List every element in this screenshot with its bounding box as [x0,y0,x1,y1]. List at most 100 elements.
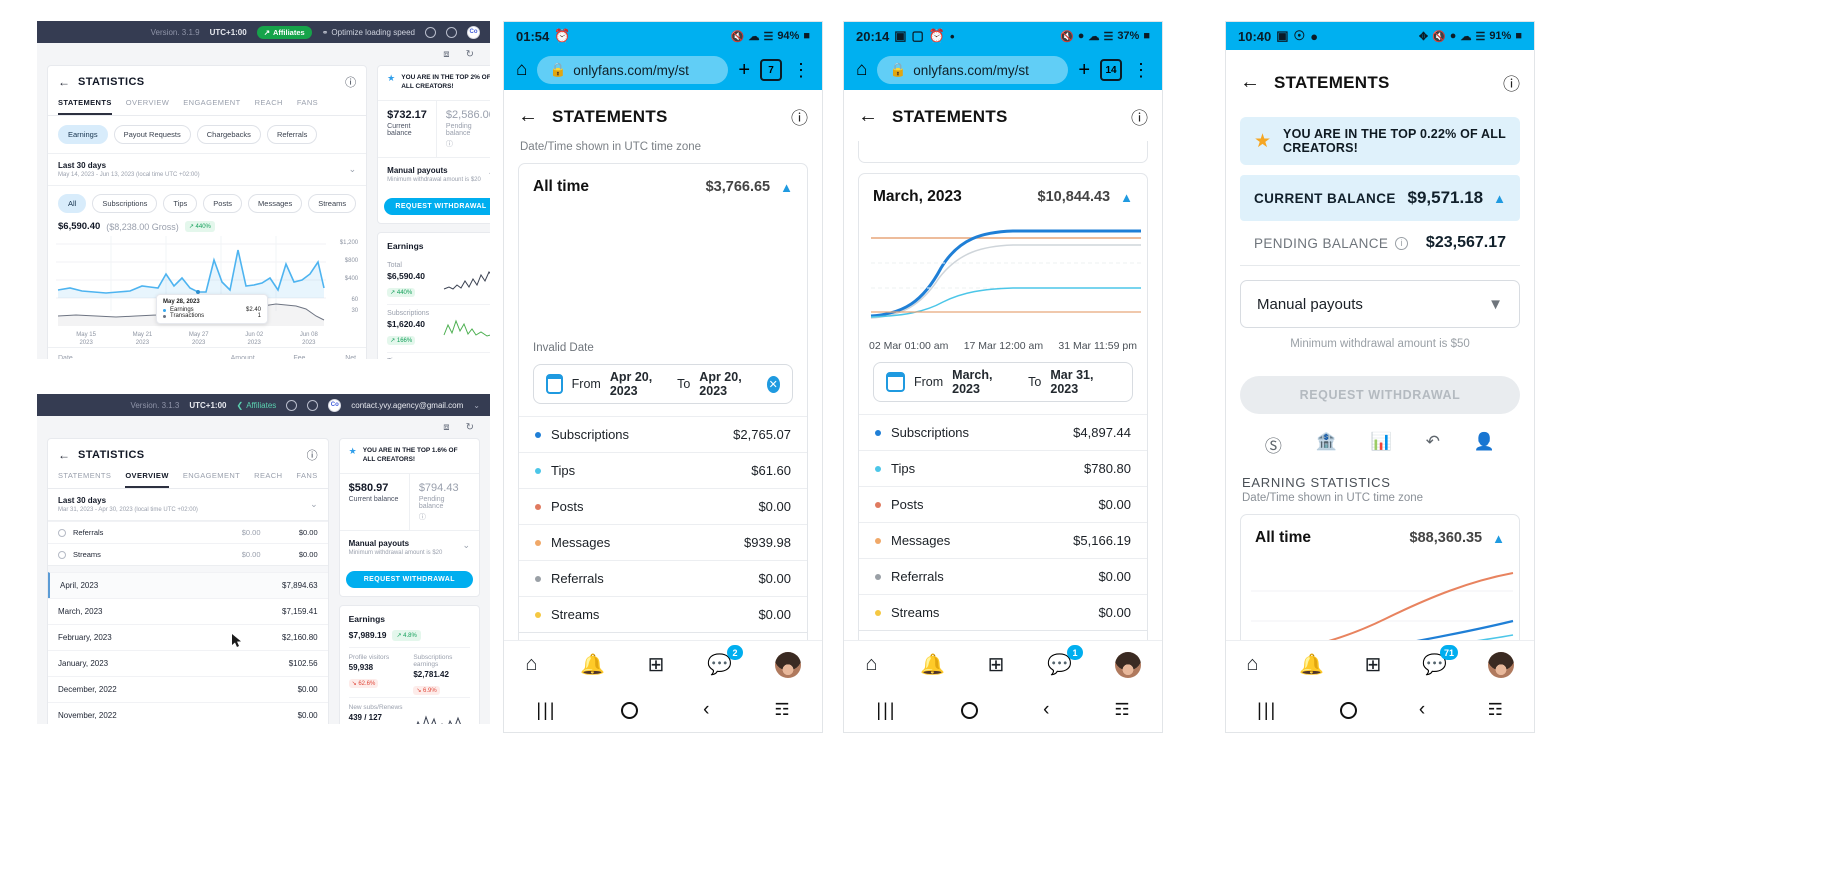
chevron-down-icon[interactable]: ⌄ [310,499,318,510]
help-icon[interactable]: ⓘ [791,104,808,129]
home-button-icon[interactable] [1339,701,1357,719]
tab-fans[interactable]: FANS [296,467,317,488]
chip-earnings[interactable]: Earnings [58,125,108,144]
arrow-left-icon[interactable]: ← [518,105,538,128]
add-post-icon[interactable]: ⊞ [988,652,1005,677]
optimize-loading-button[interactable]: ⚭ Optimize loading speed [322,28,415,37]
chip-referrals[interactable]: Referrals [266,125,318,144]
chip-chargebacks[interactable]: Chargebacks [196,125,261,144]
plus-icon[interactable]: + [738,59,750,82]
avatar[interactable] [1487,651,1514,678]
close-icon[interactable]: ✕ [766,375,780,393]
chevron-down-icon[interactable]: ▼ [1488,296,1503,313]
messages-icon[interactable]: 💬 71 [1422,645,1458,677]
request-withdrawal-button[interactable]: REQUEST WITHDRAWAL [345,570,473,588]
accessibility-icon[interactable]: ☶ [1488,700,1503,720]
recents-icon[interactable]: ||| [1257,700,1277,721]
payouts-section[interactable]: Manual payouts Minimum withdrawal amount… [339,529,479,564]
tab-fans[interactable]: FANS [297,94,318,115]
home-button-icon[interactable] [961,701,979,719]
dollar-icon[interactable]: Ⓢ [1265,432,1282,457]
home-icon[interactable]: ⌂ [525,653,537,676]
radio-icon[interactable] [58,528,66,537]
gear-icon[interactable] [446,26,457,38]
avatar[interactable]: Co [467,25,480,39]
date-range-input[interactable]: From Apr 20, 2023 To Apr 20, 2023 ✕ [533,364,793,404]
account-email[interactable]: contact.yvy.agency@gmail.com [351,401,463,410]
tab-count-button[interactable]: 7 [760,59,782,81]
list-item[interactable]: Streams $0.00 $0.00 [48,543,328,565]
info-icon[interactable]: i [1395,236,1409,250]
payout-method-select[interactable]: Manual payouts ▼ [1240,280,1520,328]
avatar[interactable]: Co [328,398,342,412]
url-bar[interactable]: 🔒 onlyfans.com/my/st [877,56,1069,84]
accessibility-icon[interactable]: ☶ [1114,700,1129,720]
tab-overview[interactable]: OVERVIEW [126,94,170,115]
tab-overview[interactable]: OVERVIEW [125,467,169,488]
bell-icon[interactable]: 🔔 [580,652,605,677]
undo-icon[interactable]: ↶ [1426,432,1440,457]
help-icon[interactable]: ⓘ [307,447,318,463]
arrow-left-icon[interactable]: ← [858,105,878,128]
back-icon[interactable]: ‹ [1419,699,1425,721]
current-balance-row[interactable]: CURRENT BALANCE $9,571.18 ▲ [1240,175,1520,221]
help-icon[interactable]: ⓘ [345,74,356,90]
arrow-left-icon[interactable]: ← [58,75,70,89]
bell-icon[interactable]: 🔔 [1299,652,1324,677]
info-icon[interactable]: ⓘ [419,512,470,522]
table-row[interactable]: December, 2022 $0.00 [48,676,328,702]
avatar[interactable] [1114,651,1141,678]
request-withdrawal-button[interactable]: REQUEST WITHDRAWAL [384,197,490,215]
bell-icon[interactable] [425,26,436,38]
add-post-icon[interactable]: ⊞ [1365,652,1382,677]
back-icon[interactable]: ‹ [703,699,709,721]
filter-messages[interactable]: Messages [248,194,303,213]
radio-icon[interactable] [58,550,66,559]
date-range-selector[interactable]: Last 30 days May 14, 2023 - Jun 13, 2023… [48,154,367,186]
home-button-icon[interactable] [621,701,639,719]
chart-icon[interactable]: 📊 [1371,432,1392,457]
bell-icon[interactable]: 🔔 [920,652,945,677]
table-row[interactable]: April, 2023 $7,894.63 [48,572,328,598]
messages-icon[interactable]: 💬 1 [1047,645,1083,677]
chevron-down-icon[interactable]: ⌄ [462,540,470,551]
tab-reach[interactable]: REACH [255,94,283,115]
back-icon[interactable]: ‹ [1043,699,1049,721]
home-icon[interactable]: ⌂ [1246,653,1258,676]
affiliates-button[interactable]: ↗ Affiliates [256,25,312,39]
chevron-down-icon[interactable]: ⌄ [473,401,480,410]
filter-posts[interactable]: Posts [203,194,243,213]
more-vertical-icon[interactable]: ⋮ [792,60,810,81]
chevron-up-icon[interactable]: ▲ [1120,190,1133,205]
expand-icon[interactable]: ⧈ [443,49,449,60]
card-header[interactable]: All time $3,766.65 ▲ [519,164,807,206]
chevron-up-icon[interactable]: ▲ [780,180,793,195]
chevron-down-icon[interactable]: ⌄ [349,164,357,175]
card-header[interactable]: March, 2023 $10,844.43 ▲ [859,174,1147,216]
tab-count-button[interactable]: 14 [1100,59,1122,81]
info-icon[interactable]: ⓘ [446,139,490,149]
chevron-up-icon[interactable]: ▲ [1493,191,1506,206]
list-item[interactable]: Referrals $0.00 $0.00 [48,521,328,543]
arrow-left-icon[interactable]: ← [58,448,70,462]
date-range-selector[interactable]: Last 30 days Mar 31, 2023 - Apr 30, 2023… [48,489,328,521]
url-bar[interactable]: 🔒 onlyfans.com/my/st [537,56,729,84]
request-withdrawal-button[interactable]: REQUEST WITHDRAWAL [1240,376,1520,414]
table-row[interactable]: January, 2023 $102.56 [48,650,328,676]
home-icon[interactable]: ⌂ [856,59,867,81]
expand-icon[interactable]: ⧈ [443,422,449,433]
refresh-icon[interactable]: ↻ [466,49,474,60]
avatar[interactable] [774,651,801,678]
affiliates-button[interactable]: ❮ Affiliates [236,401,276,410]
recents-icon[interactable]: ||| [536,700,556,721]
add-post-icon[interactable]: ⊞ [648,652,665,677]
home-icon[interactable]: ⌂ [516,59,527,81]
filter-streams[interactable]: Streams [308,194,357,213]
filter-all[interactable]: All [58,194,87,213]
home-icon[interactable]: ⌂ [865,653,877,676]
tab-engagement[interactable]: ENGAGEMENT [183,94,240,115]
filter-subscriptions[interactable]: Subscriptions [92,194,158,213]
date-range-input[interactable]: From March, 2023 To Mar 31, 2023 [873,362,1133,402]
table-row[interactable]: November, 2022 $0.00 [48,702,328,724]
help-icon[interactable]: ⓘ [1131,104,1148,129]
